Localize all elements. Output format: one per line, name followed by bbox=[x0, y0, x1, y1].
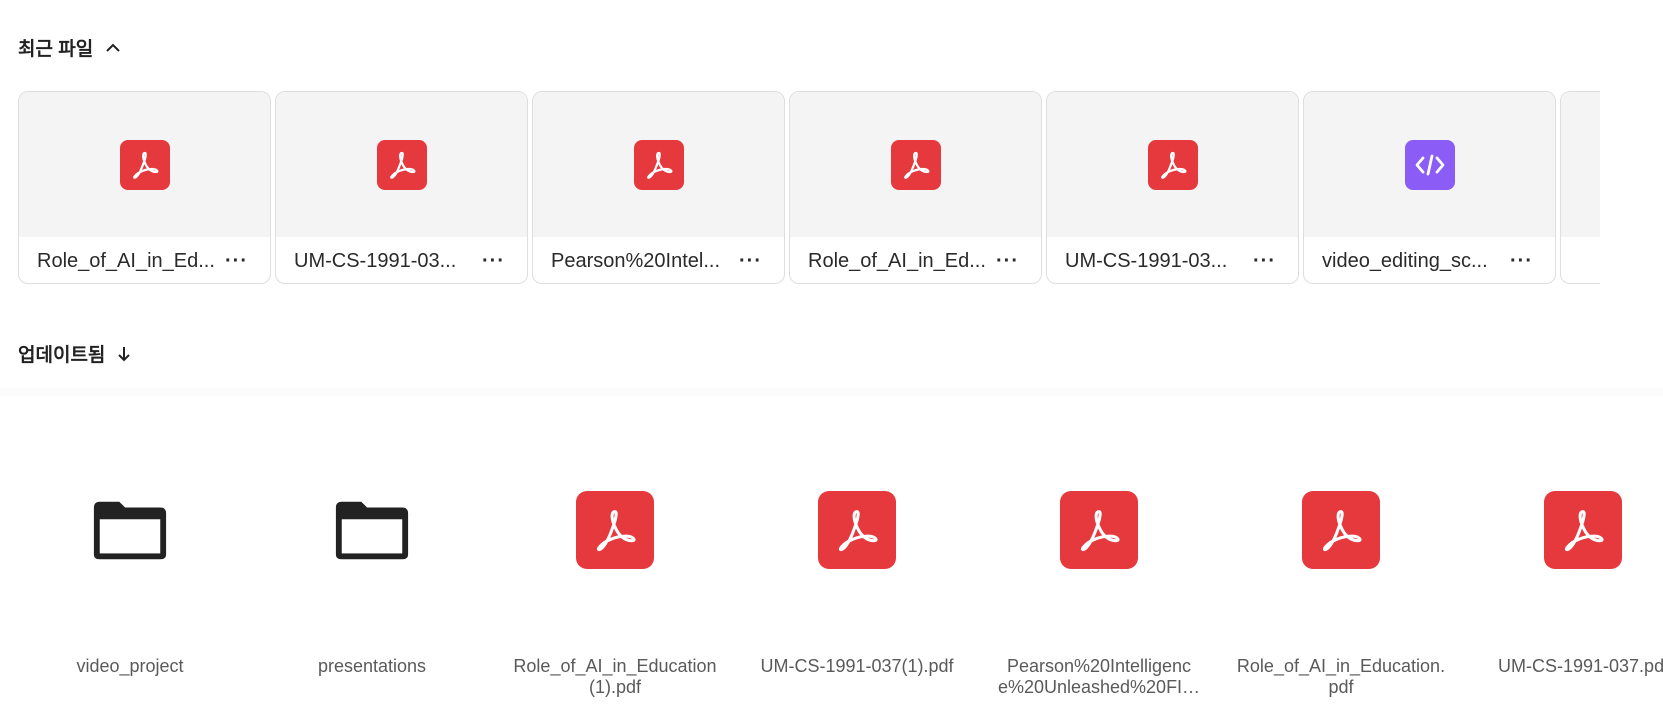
recent-file-card[interactable]: Role_of_AI_in_Ed... ··· bbox=[789, 91, 1042, 284]
recent-file-card[interactable]: Pearson%20Intel... ··· bbox=[532, 91, 785, 284]
recent-file-card[interactable]: video_editing_sc... ··· bbox=[1303, 91, 1556, 284]
pdf-icon bbox=[1543, 490, 1623, 570]
file-thumbnail bbox=[1304, 92, 1555, 237]
file-name: video_editing_sc... bbox=[1322, 249, 1488, 272]
recent-files-title: 최근 파일 bbox=[18, 39, 94, 60]
recent-files-row: Role_of_AI_in_Ed... ··· UM-CS-1991-03...… bbox=[18, 91, 1663, 286]
folder-item[interactable]: video_project bbox=[10, 388, 250, 715]
updated-header: 업데이트됨 bbox=[18, 340, 131, 367]
pdf-icon bbox=[890, 139, 941, 190]
recent-file-card[interactable]: UM-CS-1991-03... ··· bbox=[1046, 91, 1299, 284]
file-thumbnail bbox=[533, 92, 784, 237]
recent-files-header: 최근 파일 bbox=[18, 34, 121, 61]
folder-icon bbox=[332, 490, 412, 570]
more-options-button[interactable]: ··· bbox=[1506, 250, 1537, 273]
pdf-icon bbox=[1301, 490, 1381, 570]
pdf-item[interactable]: Role_of_AI_in_Education(1).pdf bbox=[495, 388, 735, 715]
file-thumbnail bbox=[790, 92, 1041, 237]
more-options-button[interactable]: ··· bbox=[992, 250, 1023, 273]
pdf-item[interactable]: Role_of_AI_in_Education.pdf bbox=[1221, 388, 1461, 715]
folder-icon bbox=[90, 490, 170, 570]
pdf-item[interactable]: Pearson%20Intelligence%20Unleashed%20FI… bbox=[979, 388, 1219, 715]
pdf-item[interactable]: UM-CS-1991-037(1).pdf bbox=[737, 388, 977, 715]
more-options-button[interactable]: ··· bbox=[221, 250, 252, 273]
file-name: UM-CS-1991-03... bbox=[1065, 249, 1228, 272]
item-name: Pearson%20Intelligence%20Unleashed%20FI… bbox=[997, 656, 1201, 697]
code-icon bbox=[1404, 139, 1455, 190]
pdf-icon bbox=[817, 490, 897, 570]
recent-file-card[interactable]: UM-CS-1991-03... ··· bbox=[275, 91, 528, 284]
item-name: Role_of_AI_in_Education.pdf bbox=[1236, 656, 1446, 697]
item-name: video_project bbox=[76, 656, 184, 676]
more-options-button[interactable]: ··· bbox=[1249, 250, 1280, 273]
file-name: Role_of_AI_in_Ed... bbox=[37, 249, 215, 272]
updated-items-grid: video_project presentations Role_of_AI_i… bbox=[0, 388, 1663, 715]
recent-file-card-partial[interactable] bbox=[1560, 91, 1600, 284]
pdf-icon bbox=[1059, 490, 1139, 570]
updated-title: 업데이트됨 bbox=[18, 345, 106, 366]
file-thumbnail bbox=[19, 92, 270, 237]
file-thumbnail bbox=[1047, 92, 1298, 237]
pdf-icon bbox=[575, 490, 655, 570]
file-thumbnail bbox=[276, 92, 527, 237]
pdf-icon bbox=[1147, 139, 1198, 190]
file-name: UM-CS-1991-03... bbox=[294, 249, 457, 272]
file-thumbnail bbox=[1561, 92, 1600, 237]
arrow-down-icon[interactable] bbox=[117, 346, 131, 362]
pdf-icon bbox=[119, 139, 170, 190]
more-options-button[interactable]: ··· bbox=[478, 250, 509, 273]
pdf-icon bbox=[376, 139, 427, 190]
item-name: UM-CS-1991-037(1).pdf bbox=[760, 656, 954, 676]
pdf-item[interactable]: UM-CS-1991-037.pdf bbox=[1463, 388, 1663, 715]
more-options-button[interactable]: ··· bbox=[735, 250, 766, 273]
chevron-up-icon[interactable] bbox=[105, 40, 121, 56]
item-name: UM-CS-1991-037.pdf bbox=[1498, 656, 1663, 676]
file-name: Role_of_AI_in_Ed... bbox=[808, 249, 986, 272]
item-name: presentations bbox=[317, 656, 427, 676]
item-name: Role_of_AI_in_Education(1).pdf bbox=[513, 656, 717, 697]
recent-file-card[interactable]: Role_of_AI_in_Ed... ··· bbox=[18, 91, 271, 284]
file-name: Pearson%20Intel... bbox=[551, 249, 720, 272]
pdf-icon bbox=[633, 139, 684, 190]
folder-item[interactable]: presentations bbox=[252, 388, 492, 715]
